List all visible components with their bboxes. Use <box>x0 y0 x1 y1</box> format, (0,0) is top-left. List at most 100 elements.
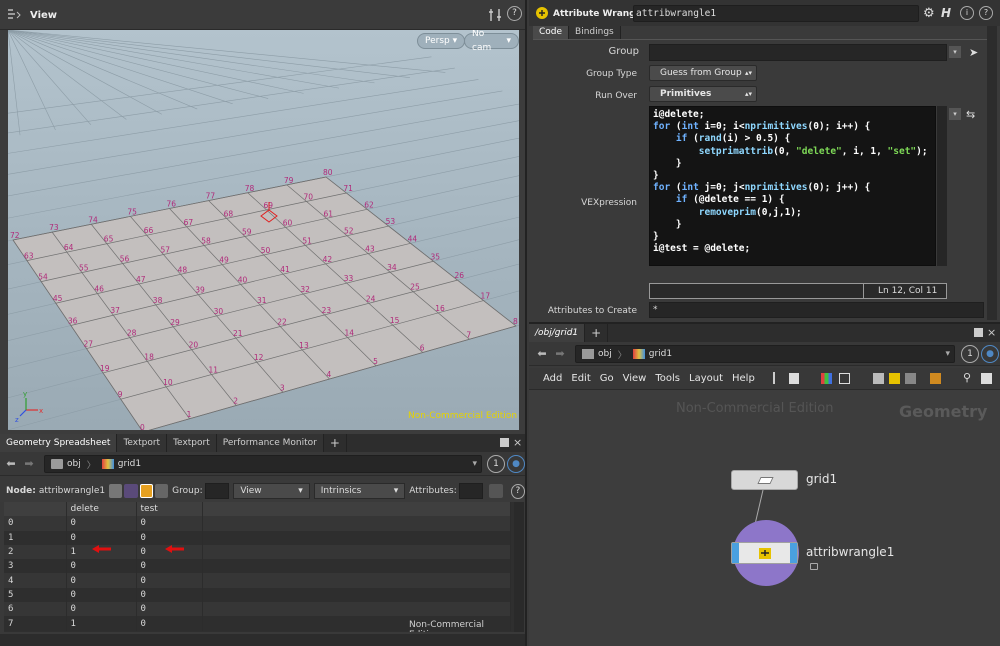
network-path-field[interactable]: obj 〉 grid1 ▾ <box>575 345 955 363</box>
table-cell[interactable]: 0 <box>136 516 203 531</box>
table-cell[interactable]: 2 <box>4 544 67 560</box>
menu-item-tools[interactable]: Tools <box>655 373 680 384</box>
network-options-icon[interactable] <box>981 373 992 384</box>
attribwrangle1-node[interactable] <box>731 542 798 564</box>
pin-icon[interactable]: 1 <box>487 455 505 473</box>
cam-menu[interactable]: No cam ▾ <box>464 30 519 53</box>
column-header-3[interactable] <box>202 502 511 517</box>
link-icon[interactable]: ● <box>507 455 525 473</box>
spreadsheet-help-icon[interactable]: ? <box>510 483 525 499</box>
spreadsheet-options-icon[interactable] <box>489 484 503 498</box>
table-row[interactable]: 210 <box>4 544 511 560</box>
camera-menu[interactable]: Persp ▾ <box>417 33 466 49</box>
back-icon[interactable]: ⬅ <box>4 457 18 471</box>
grid1-node-label[interactable]: grid1 <box>806 472 837 486</box>
column-header-1[interactable]: delete <box>66 502 137 517</box>
table-row[interactable]: 100 <box>4 530 511 545</box>
code-vscrollbar[interactable] <box>937 106 947 266</box>
code-menu-icon[interactable]: ▾ <box>949 108 961 120</box>
path-dropdown-icon[interactable]: ▾ <box>472 459 477 469</box>
menu-item-view[interactable]: View <box>623 373 647 384</box>
network-pin-icon[interactable]: 1 <box>961 345 979 363</box>
table-cell[interactable]: 0 <box>66 573 137 588</box>
table-cell[interactable]: 1 <box>66 616 137 631</box>
table-cell[interactable]: 0 <box>136 616 203 631</box>
menu-item-layout[interactable]: Layout <box>689 373 723 384</box>
network-path-dropdown-icon[interactable]: ▾ <box>945 349 950 359</box>
table-cell[interactable]: 0 <box>66 587 137 603</box>
tab-code[interactable]: Code <box>533 26 570 39</box>
table-cell[interactable]: 3 <box>4 559 67 574</box>
table-cell[interactable]: 0 <box>136 602 203 617</box>
network-back-icon[interactable]: ⬅ <box>535 347 549 361</box>
points-icon[interactable] <box>109 484 123 498</box>
network-link-icon[interactable]: ● <box>981 345 999 363</box>
forward-icon[interactable]: ➡ <box>22 457 36 471</box>
table-row[interactable]: 600 <box>4 602 511 617</box>
color-palette-icon[interactable] <box>821 373 832 384</box>
subnet-icon[interactable] <box>930 373 941 384</box>
table-cell[interactable]: 1 <box>4 530 67 545</box>
table-cell[interactable]: 0 <box>136 573 203 588</box>
select-arrow-icon[interactable]: ➤ <box>969 46 978 59</box>
table-cell[interactable] <box>202 587 511 603</box>
tree-view-icon[interactable] <box>773 372 781 384</box>
add-tab-button[interactable]: + <box>323 434 347 452</box>
spreadsheet-vscrollbar[interactable] <box>514 502 524 632</box>
intrinsics-dropdown[interactable]: Intrinsics ▾ <box>313 483 406 499</box>
h-icon[interactable]: H <box>941 6 951 20</box>
run-over-dropdown[interactable]: Primitives ▴▾ <box>649 86 757 102</box>
table-cell[interactable]: 4 <box>4 573 67 588</box>
tab-textport-2[interactable]: Textport <box>167 434 217 452</box>
attribwrangle1-node-label[interactable]: attribwrangle1 <box>806 545 894 559</box>
dot-icon[interactable] <box>905 373 916 384</box>
table-cell[interactable]: 0 <box>4 516 67 531</box>
grid-icon[interactable] <box>839 373 850 384</box>
sticky-note-icon[interactable] <box>889 373 900 384</box>
table-cell[interactable]: 5 <box>4 587 67 603</box>
table-cell[interactable]: 0 <box>66 559 137 574</box>
table-cell[interactable] <box>202 530 511 545</box>
network-layout-icon[interactable] <box>974 328 983 337</box>
table-cell[interactable]: 0 <box>136 559 203 574</box>
menu-item-go[interactable]: Go <box>600 373 614 384</box>
network-box-icon[interactable] <box>873 373 884 384</box>
attributes-field[interactable] <box>458 483 484 499</box>
group-field[interactable] <box>204 483 230 499</box>
attributes-to-create-field[interactable]: * <box>649 302 984 318</box>
table-row[interactable]: 300 <box>4 559 511 574</box>
column-header-0[interactable] <box>4 502 67 517</box>
pane-layout-icon[interactable] <box>500 438 509 447</box>
table-cell[interactable] <box>202 544 511 560</box>
info-icon[interactable]: i <box>960 6 974 20</box>
node-name-field[interactable]: attribwrangle1 <box>633 5 919 22</box>
table-cell[interactable] <box>202 573 511 588</box>
network-close-icon[interactable]: × <box>987 326 996 339</box>
tab-geometry-spreadsheet[interactable]: Geometry Spreadsheet <box>0 434 118 452</box>
viewport-canvas[interactable]: 0 1 2 3 4 5 6 7 8 9 10 11 12 13 14 15 16 17 19 18 20 21 22 23 24… <box>8 30 519 430</box>
param-help-icon[interactable]: ? <box>979 6 993 20</box>
group-type-dropdown[interactable]: Guess from Group ▴▾ <box>649 65 757 81</box>
table-cell[interactable]: 0 <box>66 602 137 617</box>
table-cell[interactable] <box>202 559 511 574</box>
list-view-icon[interactable] <box>789 373 799 384</box>
primitives-icon[interactable] <box>139 484 153 498</box>
group-dropdown-icon[interactable]: ▾ <box>949 46 961 58</box>
display-options-icon[interactable] <box>488 8 502 22</box>
tab-performance-monitor[interactable]: Performance Monitor <box>216 434 324 452</box>
menu-item-add[interactable]: Add <box>543 373 562 384</box>
help-icon[interactable]: ? <box>507 6 522 21</box>
table-cell[interactable]: 0 <box>136 587 203 603</box>
table-row[interactable]: 000 <box>4 516 511 531</box>
code-options-icon[interactable]: ⇆ <box>966 108 975 121</box>
network-canvas[interactable]: Non-Commercial Edition Geometry grid1 at… <box>529 390 1000 646</box>
grid1-node[interactable] <box>731 470 798 490</box>
vertices-icon[interactable] <box>124 484 138 498</box>
detail-icon[interactable] <box>154 484 169 498</box>
table-cell[interactable]: 6 <box>4 602 67 617</box>
column-header-2[interactable]: test <box>136 502 203 517</box>
param-vscrollbar[interactable] <box>987 26 997 320</box>
network-path-field[interactable]: obj 〉 grid1 ▾ <box>44 455 482 473</box>
gear-icon[interactable]: ⚙ <box>923 6 935 21</box>
table-cell[interactable]: 0 <box>66 516 137 531</box>
